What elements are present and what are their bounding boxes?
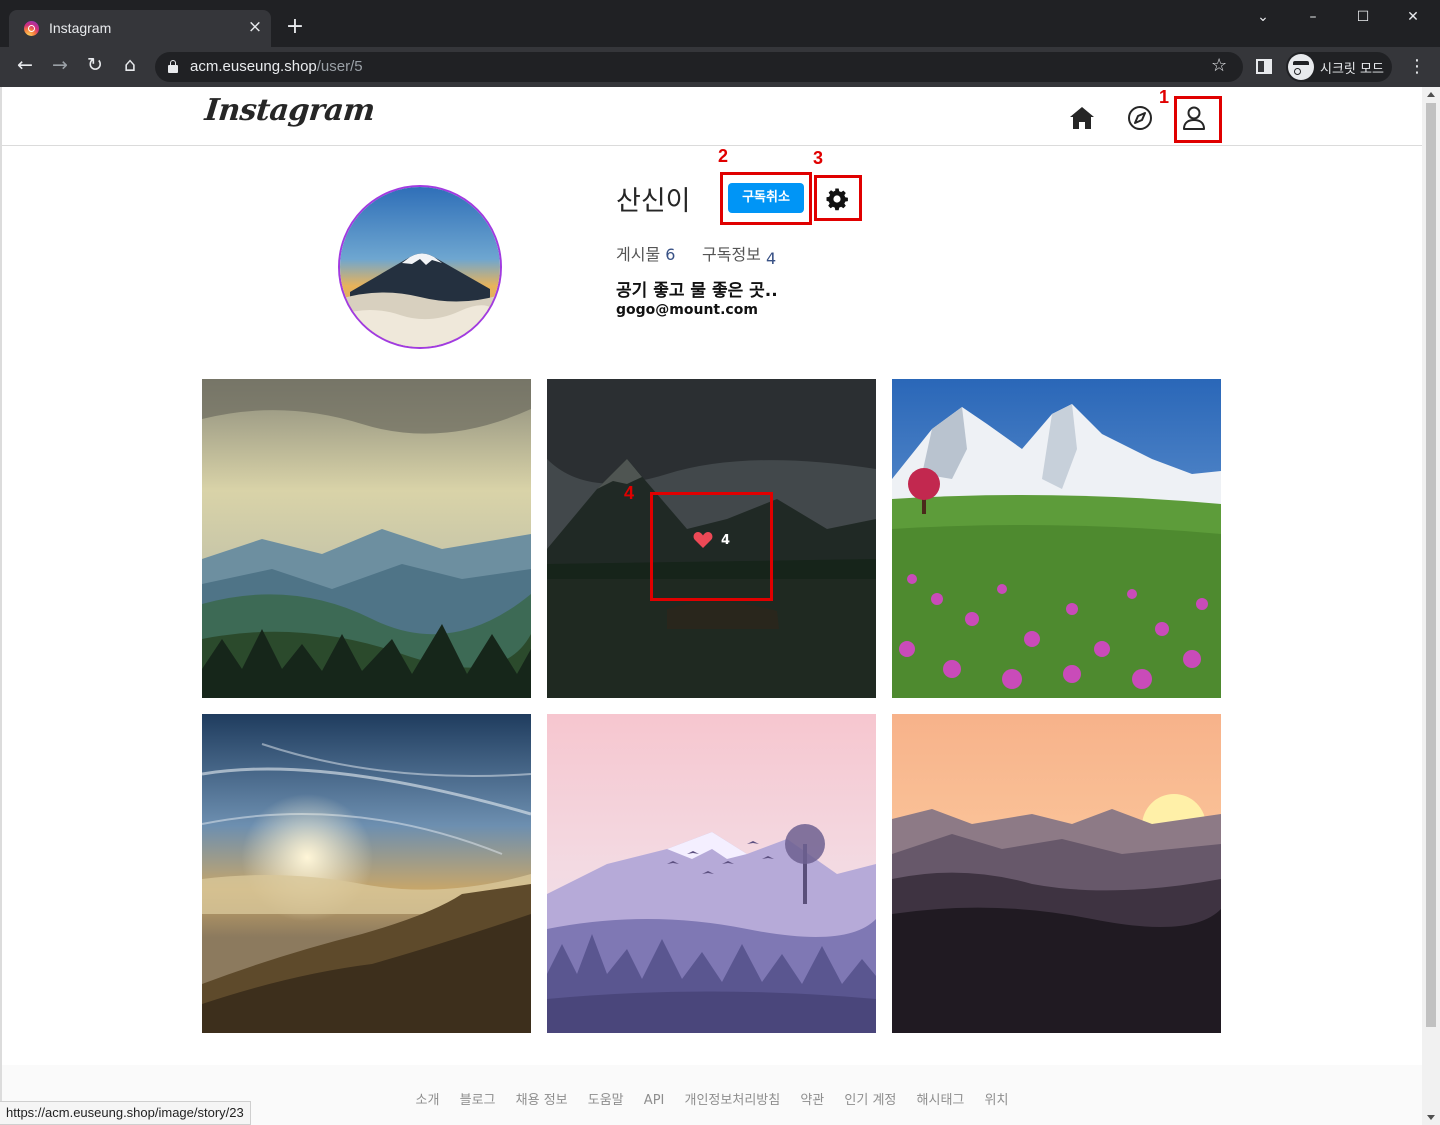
- annotation-box-1: [1174, 96, 1222, 143]
- back-arrow-icon[interactable]: ←: [12, 54, 38, 80]
- incognito-icon: [1288, 54, 1314, 80]
- annotation-box-2: [720, 172, 812, 225]
- instagram-logo[interactable]: Instagram: [203, 93, 376, 128]
- side-panel-icon[interactable]: [1256, 59, 1272, 74]
- address-bar[interactable]: acm.euseung.shop/user/5 ☆: [155, 52, 1243, 82]
- incognito-label: 시크릿 모드: [1320, 62, 1384, 77]
- footer-link-hashtags[interactable]: 해시태그: [917, 1093, 965, 1108]
- grid-photo-4[interactable]: [202, 714, 531, 1033]
- instagram-favicon-icon: [24, 21, 39, 36]
- footer-link-terms[interactable]: 약관: [800, 1093, 824, 1108]
- footer-link-top-accounts[interactable]: 인기 계정: [844, 1093, 896, 1108]
- minimize-button[interactable]: –: [1293, 6, 1333, 28]
- annotation-label-2: 2: [718, 146, 729, 166]
- new-tab-button[interactable]: +: [283, 15, 307, 39]
- browser-tab[interactable]: Instagram ×: [9, 10, 271, 47]
- footer-link-jobs[interactable]: 채용 정보: [516, 1093, 568, 1108]
- tab-close-icon[interactable]: ×: [245, 17, 265, 37]
- lock-icon[interactable]: [168, 60, 178, 73]
- posts-stat: 게시물 6: [616, 241, 675, 265]
- incognito-indicator[interactable]: 시크릿 모드: [1286, 52, 1392, 82]
- scroll-thumb[interactable]: [1426, 103, 1436, 1027]
- subscriptions-label: 구독정보: [702, 245, 761, 264]
- close-window-button[interactable]: ✕: [1393, 6, 1433, 28]
- browser-toolbar: ← → ↻ ⌂ acm.euseung.shop/user/5 ☆ 시크릿 모드…: [0, 47, 1440, 87]
- bookmark-star-icon[interactable]: ☆: [1211, 55, 1227, 76]
- page-scrollbar[interactable]: [1422, 87, 1440, 1125]
- scroll-down-arrow-icon[interactable]: [1427, 1115, 1435, 1120]
- annotation-label-4: 4: [624, 483, 635, 503]
- footer-link-help[interactable]: 도움말: [588, 1093, 624, 1108]
- status-bar-url: https://acm.euseung.shop/image/story/23: [0, 1101, 251, 1125]
- tab-search-button[interactable]: ⌄: [1243, 6, 1283, 28]
- annotation-label-1: 1: [1159, 87, 1170, 107]
- subscriptions-stat[interactable]: 구독정보 4: [702, 241, 777, 268]
- reload-icon[interactable]: ↻: [82, 54, 108, 80]
- footer-link-about[interactable]: 소개: [416, 1093, 440, 1108]
- footer-link-blog[interactable]: 블로그: [460, 1093, 496, 1108]
- footer-link-locations[interactable]: 위치: [985, 1093, 1009, 1108]
- posts-count: 6: [665, 245, 676, 264]
- profile-email: gogo@mount.com: [616, 302, 758, 318]
- subscriptions-count: 4: [765, 249, 777, 268]
- forward-arrow-icon[interactable]: →: [47, 54, 73, 80]
- profile-avatar[interactable]: [338, 185, 502, 349]
- annotation-box-3: [814, 175, 862, 221]
- grid-photo-1[interactable]: [202, 379, 531, 698]
- home-icon[interactable]: [1068, 104, 1096, 132]
- url-text: acm.euseung.shop/user/5: [190, 58, 363, 75]
- browser-menu-icon[interactable]: ⋮: [1408, 54, 1426, 80]
- page-viewport: Instagram 1 산신이 구독취소 2 3 게시물 6 구독정보 4 공기…: [0, 87, 1422, 1125]
- profile-bio: 공기 좋고 물 좋은 곳..: [616, 281, 778, 301]
- posts-label: 게시물: [616, 245, 661, 264]
- footer-link-privacy[interactable]: 개인정보처리방침: [685, 1093, 781, 1108]
- grid-photo-6[interactable]: [892, 714, 1221, 1033]
- browser-tab-strip: Instagram × + ⌄ – ☐ ✕: [0, 0, 1440, 47]
- footer-link-api[interactable]: API: [644, 1093, 665, 1108]
- annotation-label-3: 3: [813, 148, 824, 168]
- home-browser-icon[interactable]: ⌂: [117, 54, 143, 80]
- explore-compass-icon[interactable]: [1126, 104, 1154, 132]
- scroll-up-arrow-icon[interactable]: [1427, 92, 1435, 97]
- grid-photo-3[interactable]: [892, 379, 1221, 698]
- tab-title: Instagram: [49, 20, 112, 36]
- annotation-box-4: [650, 492, 773, 601]
- maximize-button[interactable]: ☐: [1343, 6, 1383, 28]
- grid-photo-5[interactable]: [547, 714, 876, 1033]
- profile-username: 산신이: [616, 186, 691, 217]
